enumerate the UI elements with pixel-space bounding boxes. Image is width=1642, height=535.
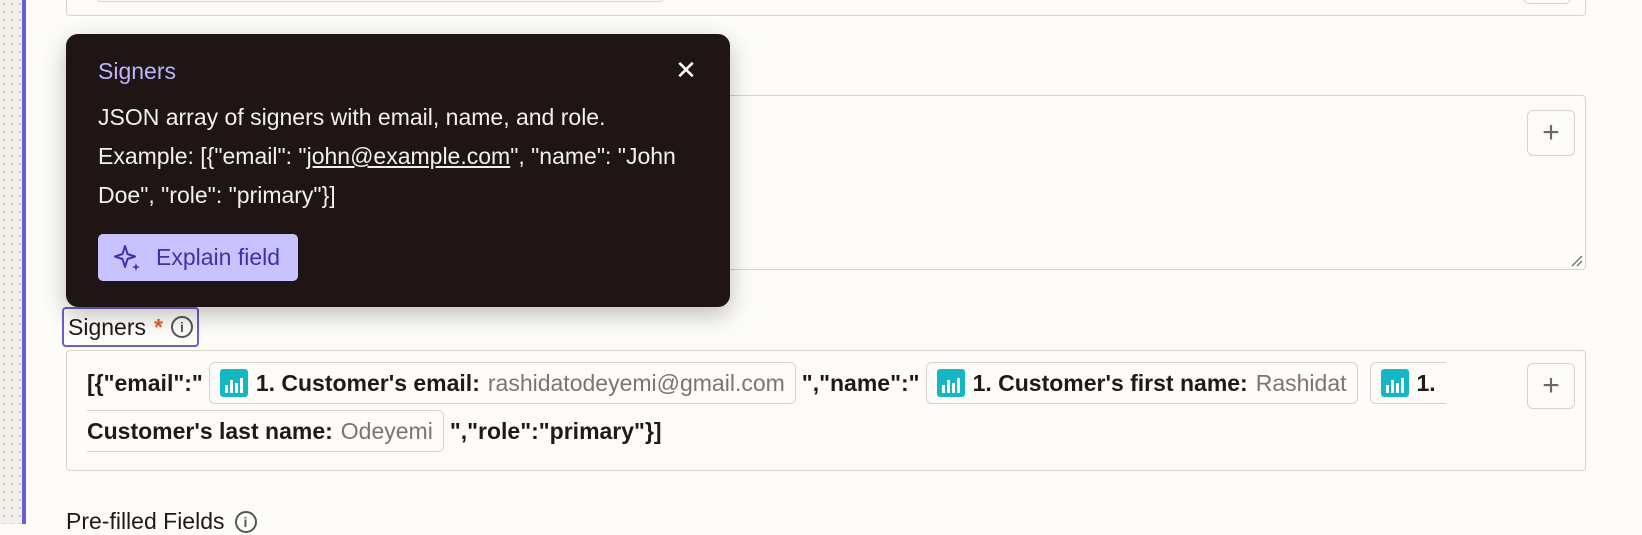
required-marker: * [153,313,163,340]
app-icon [936,369,965,397]
explain-field-button[interactable]: Explain field [98,234,299,281]
resize-handle-icon[interactable] [1569,253,1583,267]
plus-icon: + [1542,116,1560,149]
signers-input[interactable]: [{"email":" 1. Customer's email: rashida… [66,350,1586,471]
info-icon[interactable]: i [234,510,257,533]
previous-field[interactable] [66,0,1586,16]
previous-field-plus-button[interactable] [1523,0,1571,4]
info-icon[interactable]: i [170,316,193,338]
pill-value: rashidatodeyemi@gmail.com [487,369,785,396]
signers-label[interactable]: Signers * i [62,307,199,347]
field-help-tooltip: Signers ✕ JSON array of signers with ema… [66,34,730,307]
mapped-field-pill-last-name[interactable]: 1. [1369,362,1446,404]
pill-value: Rashidat [1255,369,1347,396]
prefilled-fields-label-text: Pre-filled Fields [66,508,225,534]
app-icon [1380,369,1409,397]
pill-key: 1. [1416,369,1436,396]
prefilled-fields-label: Pre-filled Fields i [66,508,257,535]
pill-key: 1. Customer's email: [255,369,480,396]
pill-key: 1. Customer's first name: [972,369,1248,396]
app-icon [219,369,248,397]
sparkle-icon [114,244,140,271]
explain-field-label: Explain field [156,244,281,270]
signers-value-line-2: Customer's last name: Odeyemi ","role":"… [87,409,1505,453]
signers-value-line-1: [{"email":" 1. Customer's email: rashida… [87,361,1505,405]
insert-data-button[interactable]: + [1527,110,1575,156]
json-text-token: [{"email":" [87,369,203,396]
signers-label-text: Signers [68,313,146,340]
json-text-token: ","name":" [801,369,920,396]
pill-key: Customer's last name: [87,417,333,444]
insert-data-button[interactable]: + [1527,363,1575,409]
tooltip-title: Signers [98,58,176,84]
close-icon[interactable]: ✕ [670,54,702,86]
previous-field-pill[interactable] [95,0,665,2]
plus-icon: + [1542,369,1560,402]
tooltip-body: JSON array of signers with email, name, … [98,98,698,215]
pill-value: Odeyemi [340,417,433,444]
mapped-field-pill-first-name[interactable]: 1. Customer's first name: Rashidat [925,362,1358,404]
example-email-link[interactable]: john@example.com [307,143,511,169]
json-text-token: ","role":"primary"}] [449,417,662,444]
mapped-field-pill-email[interactable]: 1. Customer's email: rashidatodeyemi@gma… [208,362,796,404]
canvas-background [0,0,22,524]
mapped-field-pill-last-name-cont[interactable]: Customer's last name: Odeyemi [87,410,444,452]
